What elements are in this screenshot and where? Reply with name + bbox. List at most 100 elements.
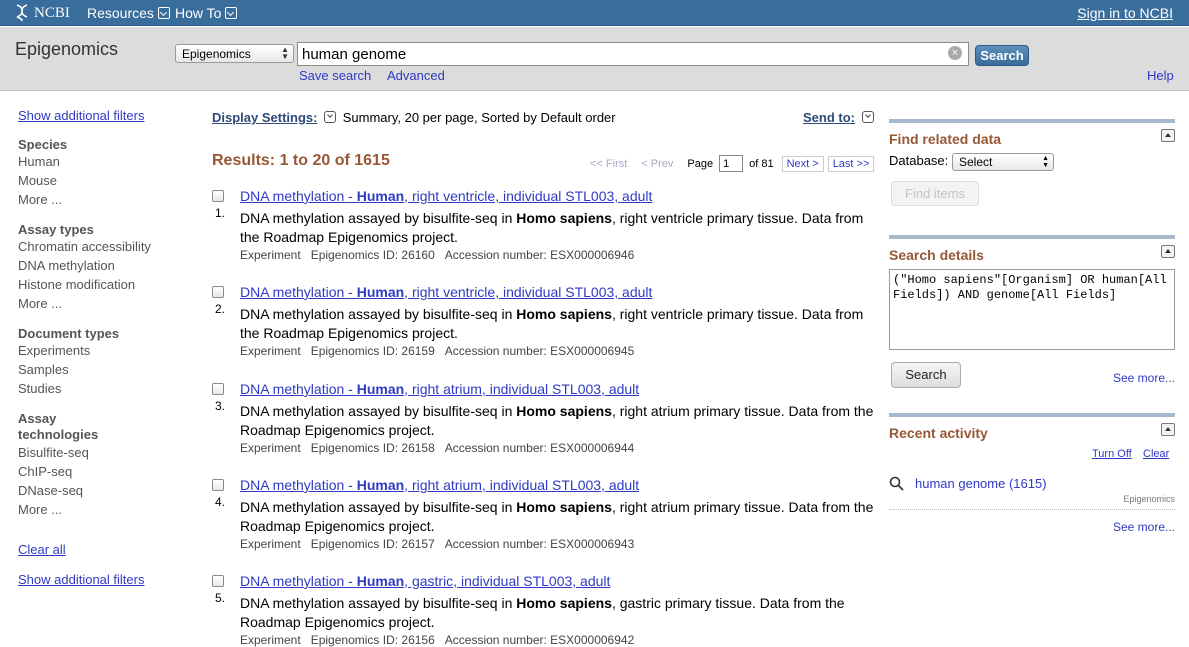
search-button[interactable]: Search — [975, 45, 1029, 66]
show-additional-filters-top[interactable]: Show additional filters — [18, 108, 198, 123]
clear-activity-link[interactable]: Clear — [1143, 448, 1169, 460]
chevron-down-icon — [225, 7, 238, 19]
filter-item-chromatin[interactable]: Chromatin accessibility — [18, 237, 198, 256]
filter-item-dnase-seq[interactable]: DNase-seq — [18, 481, 198, 500]
panel-title: Search details — [889, 247, 984, 263]
clear-search-icon[interactable]: × — [948, 46, 962, 60]
turn-off-link[interactable]: Turn Off — [1092, 448, 1132, 460]
filter-item-samples[interactable]: Samples — [18, 360, 198, 379]
select-arrows-icon: ▲ ▼ — [281, 45, 289, 61]
chevron-down-icon[interactable] — [324, 111, 337, 123]
ncbi-top-bar: NCBI Resources How To Sign in to NCBI — [0, 0, 1189, 26]
result-meta: Experiment Epigenomics ID: 26156 Accession… — [240, 633, 635, 647]
activity-see-more-link[interactable]: See more... — [1113, 520, 1175, 534]
result-title-link[interactable]: DNA methylation - Human, gastric, indivi… — [240, 573, 610, 589]
last-page-button[interactable]: Last >> — [827, 155, 875, 172]
filter-group-document-types: Document types Experiments Samples Studi… — [18, 326, 198, 398]
related-database-value: Select — [959, 155, 993, 169]
filter-group-species: Species Human Mouse More ... — [18, 137, 198, 209]
result-description: DNA methylation assayed by bisulfite-seq… — [240, 499, 874, 534]
result-description: DNA methylation assayed by bisulfite-seq… — [240, 306, 864, 341]
howto-menu[interactable]: How To — [175, 5, 238, 21]
filter-group-title: Assay types — [18, 222, 94, 237]
results-count: Results: 1 to 20 of 1615 — [212, 152, 390, 169]
save-search-link[interactable]: Save search — [299, 68, 371, 83]
result-meta: Experiment Epigenomics ID: 26157 Accession… — [240, 537, 635, 551]
collapse-icon[interactable] — [1161, 129, 1175, 142]
recent-activity-panel: Recent activity Turn Off Clear human gen… — [889, 413, 1175, 543]
send-to-label[interactable]: Send to: — [803, 110, 855, 125]
page-number-input[interactable] — [719, 155, 744, 172]
database-label: Database: — [889, 153, 949, 168]
details-search-button[interactable]: Search — [891, 362, 961, 388]
help-link[interactable]: Help — [1147, 68, 1174, 83]
first-page-link: << First — [590, 157, 628, 170]
result-checkbox[interactable] — [212, 479, 224, 491]
filter-item-experiments[interactable]: Experiments — [18, 341, 198, 360]
clear-all-filters[interactable]: Clear all — [18, 542, 198, 557]
filter-group-title: Assay technologies — [18, 411, 99, 442]
result-number: 2. — [215, 302, 226, 316]
search-icon — [889, 476, 904, 491]
filter-item-chip-seq[interactable]: ChIP-seq — [18, 462, 198, 481]
filter-item-dna-methylation[interactable]: DNA methylation — [18, 256, 198, 275]
page-label: Page — [687, 157, 714, 170]
filter-item-more[interactable]: More ... — [18, 294, 198, 313]
select-arrows-icon: ▲ ▼ — [1042, 155, 1049, 169]
result-checkbox[interactable] — [212, 383, 224, 395]
filter-item-mouse[interactable]: Mouse — [18, 171, 198, 190]
result-checkbox[interactable] — [212, 575, 224, 587]
pagination: << First < Prev Page of 81 Next > Last >… — [590, 155, 875, 172]
display-settings[interactable]: Display Settings: Summary, 20 per page, … — [212, 110, 616, 125]
database-title: Epigenomics — [15, 39, 119, 59]
recent-activity-db: Epigenomics — [1123, 494, 1175, 504]
sign-in-link[interactable]: Sign in to NCBI — [1077, 5, 1173, 21]
display-settings-value: Summary, 20 per page, Sorted by Default … — [342, 110, 616, 125]
search-details-textarea[interactable]: ("Homo sapiens"[Organism] OR human[All F… — [889, 269, 1175, 350]
related-database-select[interactable]: Select ▲ ▼ — [952, 153, 1054, 171]
result-title-link[interactable]: DNA methylation - Human, right ventricle… — [240, 188, 652, 204]
display-settings-label[interactable]: Display Settings: — [212, 110, 317, 125]
find-items-button[interactable]: Find items — [891, 181, 979, 206]
divider — [889, 509, 1175, 510]
filter-item-more[interactable]: More ... — [18, 190, 198, 209]
recent-activity-item[interactable]: human genome (1615) — [915, 476, 1047, 491]
result-number: 1. — [215, 206, 226, 220]
chevron-down-icon[interactable] — [861, 111, 874, 123]
search-header: Epigenomics Epigenomics ▲▼ × Search Save… — [0, 27, 1189, 91]
ncbi-logo-text: NCBI — [34, 4, 70, 21]
filter-item-more[interactable]: More ... — [18, 500, 198, 519]
filter-sidebar: Show additional filters Species Human Mo… — [18, 108, 198, 587]
filter-item-bisulfite[interactable]: Bisulfite-seq — [18, 443, 198, 462]
result-title-link[interactable]: DNA methylation - Human, right atrium, i… — [240, 381, 639, 397]
result-checkbox[interactable] — [212, 286, 224, 298]
next-page-button[interactable]: Next > — [781, 155, 824, 172]
search-details-panel: Search details ("Homo sapiens"[Organism]… — [889, 235, 1175, 405]
filter-group-title: Species — [18, 137, 68, 152]
find-related-data-panel: Find related data Database: Select ▲ ▼ Fi… — [889, 119, 1175, 219]
result-title-link[interactable]: DNA methylation - Human, right ventricle… — [240, 284, 652, 300]
page-of-label: of 81 — [749, 157, 774, 170]
filter-item-studies[interactable]: Studies — [18, 379, 198, 398]
ncbi-logo[interactable]: NCBI — [14, 4, 70, 22]
filter-item-human[interactable]: Human — [18, 152, 198, 171]
filter-group-title: Document types — [18, 326, 120, 341]
result-checkbox[interactable] — [212, 190, 224, 202]
result-description: DNA methylation assayed by bisulfite-seq… — [240, 595, 845, 630]
resources-label: Resources — [87, 5, 154, 21]
filter-item-histone[interactable]: Histone modification — [18, 275, 198, 294]
send-to-menu[interactable]: Send to: — [803, 110, 877, 125]
collapse-icon[interactable] — [1161, 245, 1175, 258]
search-input[interactable] — [297, 42, 969, 66]
resources-menu[interactable]: Resources — [87, 5, 170, 21]
result-number: 4. — [215, 495, 226, 509]
result-title-link[interactable]: DNA methylation - Human, right atrium, i… — [240, 477, 639, 493]
result-number: 3. — [215, 399, 226, 413]
collapse-icon[interactable] — [1161, 423, 1175, 436]
database-select[interactable]: Epigenomics ▲ ▼ — [175, 44, 294, 63]
result-meta: Experiment Epigenomics ID: 26159 Accession… — [240, 344, 635, 358]
details-see-more-link[interactable]: See more... — [1113, 371, 1175, 385]
panel-title: Recent activity — [889, 425, 988, 441]
advanced-search-link[interactable]: Advanced — [387, 68, 445, 83]
show-additional-filters-bottom[interactable]: Show additional filters — [18, 572, 198, 587]
